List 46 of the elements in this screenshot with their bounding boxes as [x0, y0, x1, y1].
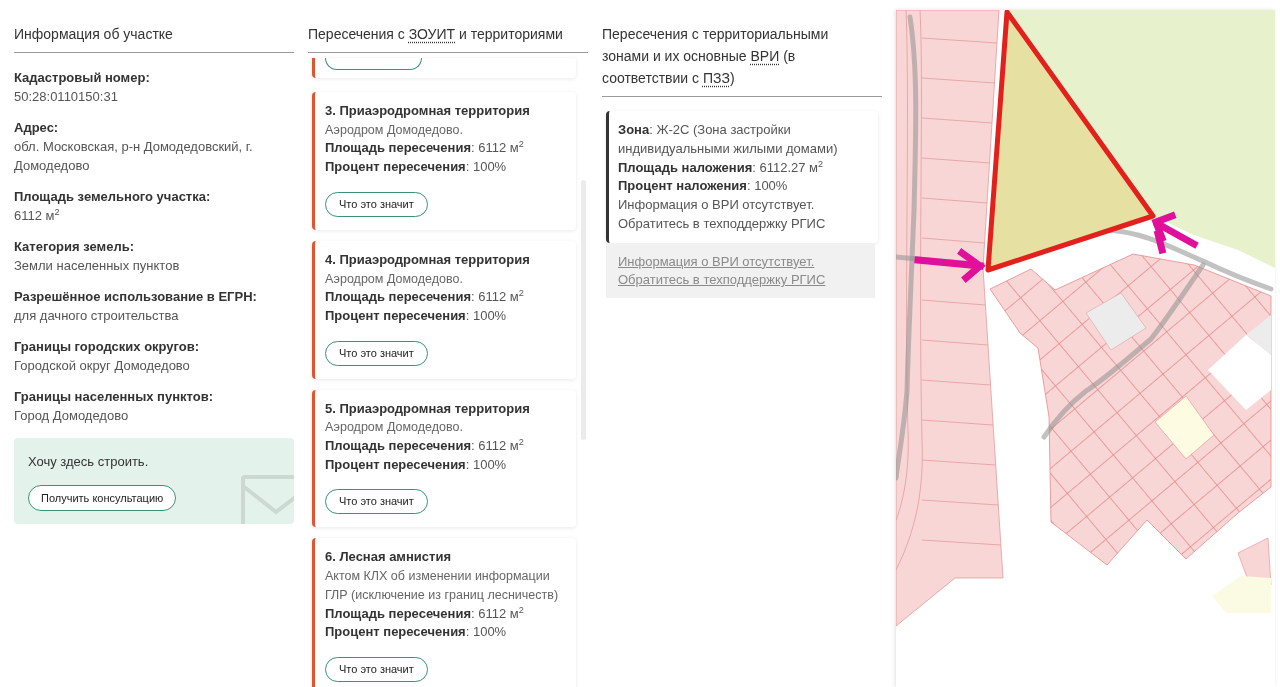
- what-it-means-button[interactable]: Что это значит: [325, 191, 428, 217]
- field-label: Категория земель:: [14, 238, 135, 256]
- section-heading: Пересечения с ЗОУИТ и территориями: [308, 25, 564, 44]
- what-it-means-button[interactable]: Что это значит: [325, 656, 428, 682]
- field-label: Адрес:: [14, 119, 60, 137]
- card-detail: Процент пересечения: 100%: [325, 158, 508, 177]
- card-detail: Площадь пересечения: 6112 м$^{2}$: [325, 437, 525, 456]
- zone-detail: Информация о ВРИ отсутствует. Обратитесь в техподдержку РГИС: [618, 196, 827, 233]
- card-detail: Площадь пересечения: 6112 м$^{2}$: [325, 604, 525, 623]
- field-value: 50:28:0110150:31: [14, 88, 119, 106]
- field-label: Границы населенных пунктов:: [14, 388, 214, 406]
- section-heading: Пересечения с территориальными зонами и их основные ВРИ (в соответствии с ПЗЗ): [602, 25, 830, 88]
- card-title: 4. Приаэродромная территория: [325, 250, 531, 269]
- field-label: Разрешённое использование в ЕГРН:: [14, 288, 258, 306]
- field-label: Площадь земельного участка:: [14, 188, 212, 206]
- card-detail: Площадь пересечения: 6112 м$^{2}$: [325, 139, 525, 158]
- card-detail: Площадь пересечения: 6112 м$^{2}$: [325, 288, 525, 307]
- card-description: Аэродром Домодедово.: [325, 270, 464, 288]
- zone-detail: Процент наложения: 100%: [618, 177, 789, 196]
- field-value: Земли населенных пунктов: [14, 257, 181, 275]
- field-value: 6112 м$^{2}$: [14, 206, 61, 225]
- field-value: для дачного строительства: [14, 307, 180, 325]
- zone-detail: Зона: Ж-2С (Зона застройки индивидуальными жилыми домами): [618, 121, 839, 158]
- consultation-button[interactable]: Получить консультацию: [28, 485, 177, 511]
- field-value: Городской округ Домодедово: [14, 357, 191, 375]
- card-description: Аэродром Домодедово.: [325, 419, 464, 437]
- card-description: Аэродром Домодедово.: [325, 121, 464, 139]
- card-title: 3. Приаэродромная территория: [325, 102, 531, 120]
- cadastral-map[interactable]: [896, 10, 1275, 687]
- field-label: Границы городских округов:: [14, 338, 201, 356]
- section-heading: Информация об участке: [14, 25, 174, 44]
- field-label: Кадастровый номер:: [14, 69, 151, 87]
- zone-detail: Площадь наложения: 6112.27 м$^{2}$: [618, 158, 825, 177]
- what-it-means-button[interactable]: Что это значит: [325, 489, 428, 515]
- what-it-means-button[interactable]: Что это значит: [325, 340, 428, 366]
- promo-text: Хочу здесь строить.: [28, 453, 149, 471]
- clipped-button[interactable]: [325, 58, 422, 70]
- card-title: 5. Приаэродромная территория: [325, 399, 531, 418]
- card-detail: Процент пересечения: 100%: [325, 455, 508, 474]
- card-detail: Процент пересечения: 100%: [325, 306, 508, 325]
- card-title: 6. Лесная амнистия: [325, 548, 452, 567]
- card-description: Актом КЛХ об изменении информации ГЛР (исключение из границ лесничеств): [325, 568, 560, 604]
- field-value: Город Домодедово: [14, 407, 130, 425]
- field-value: обл. Московская, р-н Домодедовский, г. Домодедово: [14, 138, 254, 175]
- envelope-icon: [240, 474, 294, 524]
- card-detail: Процент пересечения: 100%: [325, 623, 508, 642]
